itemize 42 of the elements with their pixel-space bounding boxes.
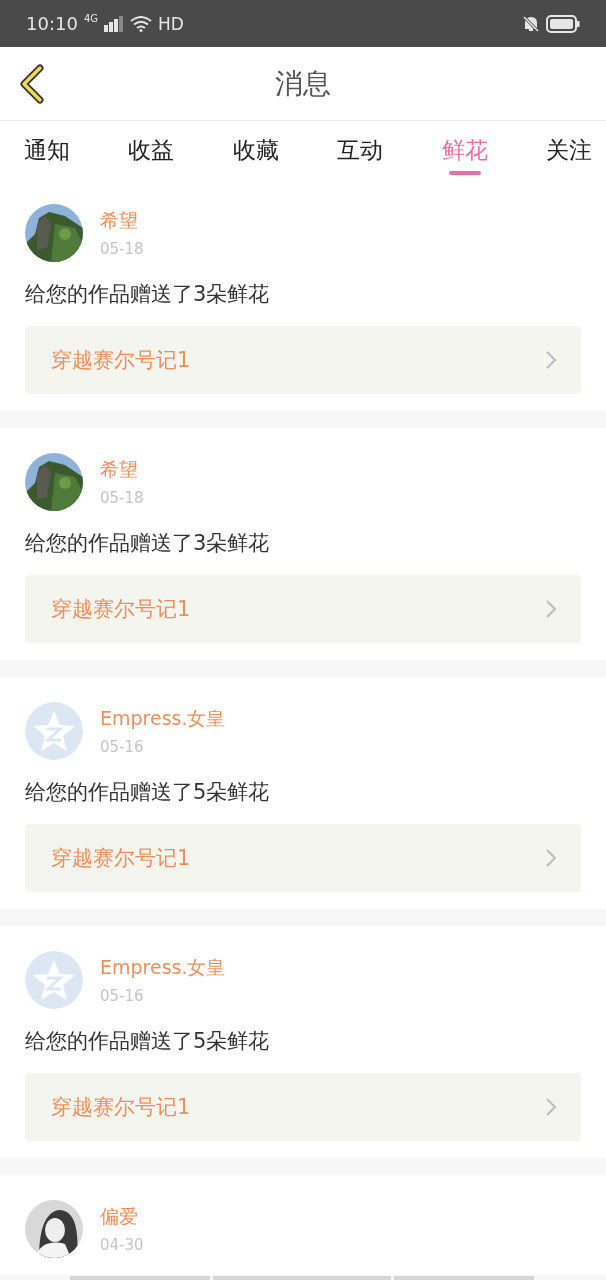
page-title: 消息 <box>275 65 331 102</box>
work-link[interactable]: 穿越赛尔号记1 <box>25 326 581 394</box>
work-link[interactable]: 穿越赛尔号记1 <box>25 575 581 643</box>
sender-name[interactable]: Empress.女皇 <box>100 706 226 732</box>
sender-name[interactable]: Empress.女皇 <box>100 955 226 981</box>
work-title: 穿越赛尔号记1 <box>51 596 191 623</box>
message-text: 给您的作品赠送了5朵鲜花 <box>25 1028 271 1055</box>
network-label: 4G <box>83 13 98 24</box>
tab[interactable]: 收藏 <box>232 121 279 179</box>
work-title: 穿越赛尔号记1 <box>51 845 191 872</box>
message-date: 05-18 <box>100 240 144 258</box>
chevron-right-icon <box>545 350 557 370</box>
battery-icon <box>546 14 580 33</box>
tab[interactable]: 收益 <box>128 121 175 179</box>
status-time: 10:10 <box>26 13 78 34</box>
message-date: 05-16 <box>100 987 145 1005</box>
work-title: 穿越赛尔号记1 <box>51 1094 191 1121</box>
default-avatar-icon <box>25 702 83 760</box>
tab[interactable]: 互动 <box>337 121 384 179</box>
work-title: 穿越赛尔号记1 <box>51 347 191 374</box>
chevron-right-icon <box>545 848 557 868</box>
chevron-right-icon <box>545 1097 557 1117</box>
bell-muted-icon <box>522 14 540 33</box>
default-avatar-icon <box>25 951 83 1009</box>
wifi-icon <box>130 15 152 32</box>
chevron-right-icon <box>545 599 557 619</box>
tab[interactable]: 鲜花 <box>441 121 488 179</box>
hd-label: HD <box>158 13 184 34</box>
tab[interactable]: 通知 <box>24 121 70 179</box>
message-text: 给您的作品赠送了5朵鲜花 <box>25 779 271 806</box>
work-link[interactable]: 穿越赛尔号记1 <box>25 824 581 892</box>
message-text: 给您的作品赠送了3朵鲜花 <box>25 530 271 557</box>
message-date: 05-18 <box>100 489 144 507</box>
sender-name[interactable]: 偏爱 <box>100 1204 144 1230</box>
sender-name[interactable]: 希望 <box>100 457 144 483</box>
tab[interactable]: 关注 <box>545 121 592 179</box>
work-link[interactable]: 穿越赛尔号记1 <box>25 1073 581 1141</box>
message-date: 05-16 <box>100 738 145 756</box>
signal-icon <box>104 15 124 32</box>
message-text: 给您的作品赠送了3朵鲜花 <box>25 281 271 308</box>
message-date: 04-30 <box>100 1236 144 1254</box>
sender-name[interactable]: 希望 <box>100 208 144 234</box>
